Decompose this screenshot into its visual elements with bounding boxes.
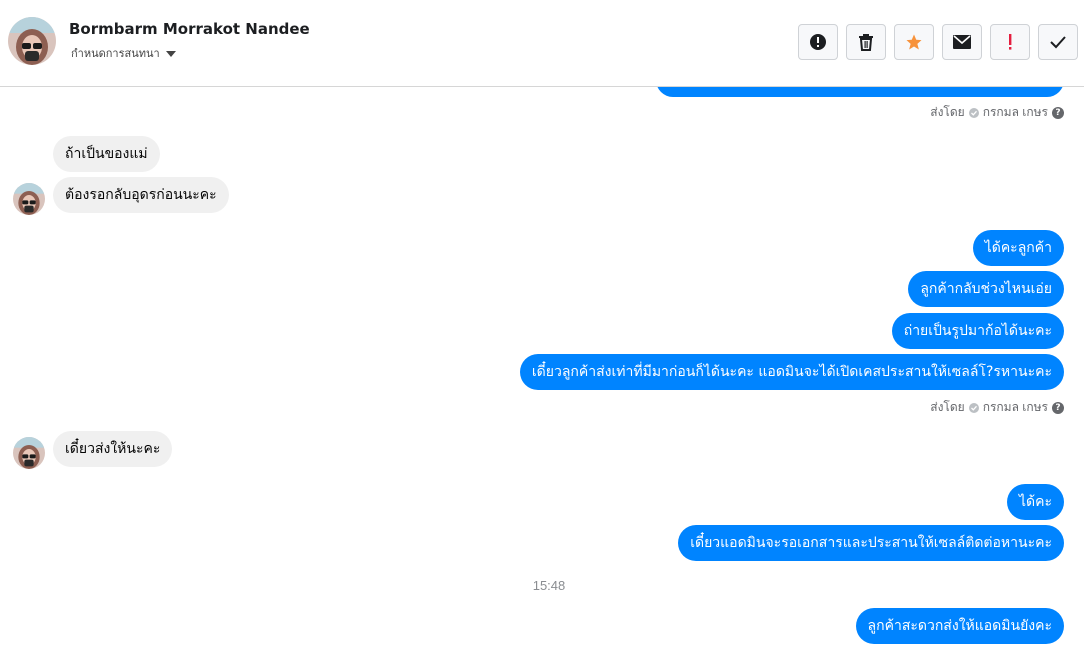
message-bubble-outgoing[interactable]: เดี๋ยวลูกค้าส่งเท่าที่มีมาก่อนก็ได้นะคะ … (519, 354, 1064, 390)
contact-name: Bormbarm Morrakot Nandee (69, 20, 310, 38)
check-circle-icon (968, 107, 979, 118)
assign-conversation-label: กำหนดการสนทนา (71, 47, 160, 60)
conversation-header: Bormbarm Morrakot Nandee กำหนดการสนทนา (0, 0, 1084, 87)
message-bubble-outgoing[interactable]: ลูกค้ากลับช่วงไหนเอ่ย (908, 271, 1064, 307)
sent-by-name: กรกมล เกษร (982, 400, 1048, 414)
exclamation-icon (1009, 34, 1012, 50)
message-bubble-outgoing[interactable]: ได้คะ (1006, 484, 1064, 520)
delete-button[interactable] (846, 24, 886, 60)
star-button[interactable] (894, 24, 934, 60)
message-bubble-incoming[interactable]: ต้องรอกลับอุดรก่อนนะคะ (53, 177, 229, 213)
sent-by-prefix: ส่งโดย (930, 400, 965, 414)
report-button[interactable] (798, 24, 838, 60)
message-bubble-outgoing[interactable]: เดี๋ยวแอดมินจะรอเอกสารและประสานให้เซลล์ต… (678, 525, 1064, 561)
mark-done-button[interactable] (1038, 24, 1078, 60)
message-thread[interactable]: ส่งโดย กรกมล เกษร ? ถ้าเป็นของแม่ ต้องรอ… (0, 87, 1084, 652)
sent-by-prefix: ส่งโดย (930, 105, 965, 119)
sent-by-name: กรกมล เกษร (982, 105, 1048, 119)
star-icon (906, 34, 922, 50)
conversation-toolbar (798, 24, 1078, 60)
message-bubble-outgoing-partial[interactable] (656, 87, 1064, 97)
message-bubble-incoming[interactable]: เดี๋ยวส่งให้นะคะ (53, 431, 173, 467)
sent-by-label: ส่งโดย กรกมล เกษร ? (930, 398, 1064, 417)
message-bubble-outgoing[interactable]: ถ่ายเป็นรูปมาก้อได้นะคะ (891, 313, 1064, 349)
mark-unread-button[interactable] (942, 24, 982, 60)
message-bubble-incoming[interactable]: ถ้าเป็นของแม่ (53, 136, 160, 172)
message-bubble-outgoing[interactable]: ได้คะลูกค้า (972, 230, 1064, 266)
check-circle-icon (968, 402, 979, 413)
contact-avatar-small (13, 437, 45, 469)
contact-avatar-small (13, 183, 45, 215)
envelope-icon (953, 35, 971, 49)
assign-conversation-dropdown[interactable]: กำหนดการสนทนา (71, 44, 176, 62)
trash-icon (859, 34, 873, 51)
message-timestamp: 15:48 (532, 578, 566, 593)
contact-avatar[interactable] (8, 17, 56, 65)
caret-down-icon (165, 50, 176, 57)
help-icon[interactable]: ? (1052, 401, 1064, 414)
sent-by-label: ส่งโดย กรกมล เกษร ? (930, 103, 1064, 122)
message-bubble-outgoing[interactable]: ลูกค้าสะดวกส่งให้แอดมินยังคะ (855, 608, 1064, 644)
alert-circle-icon (810, 34, 826, 50)
check-icon (1050, 36, 1066, 49)
mark-spam-button[interactable] (990, 24, 1030, 60)
help-icon[interactable]: ? (1052, 106, 1064, 119)
